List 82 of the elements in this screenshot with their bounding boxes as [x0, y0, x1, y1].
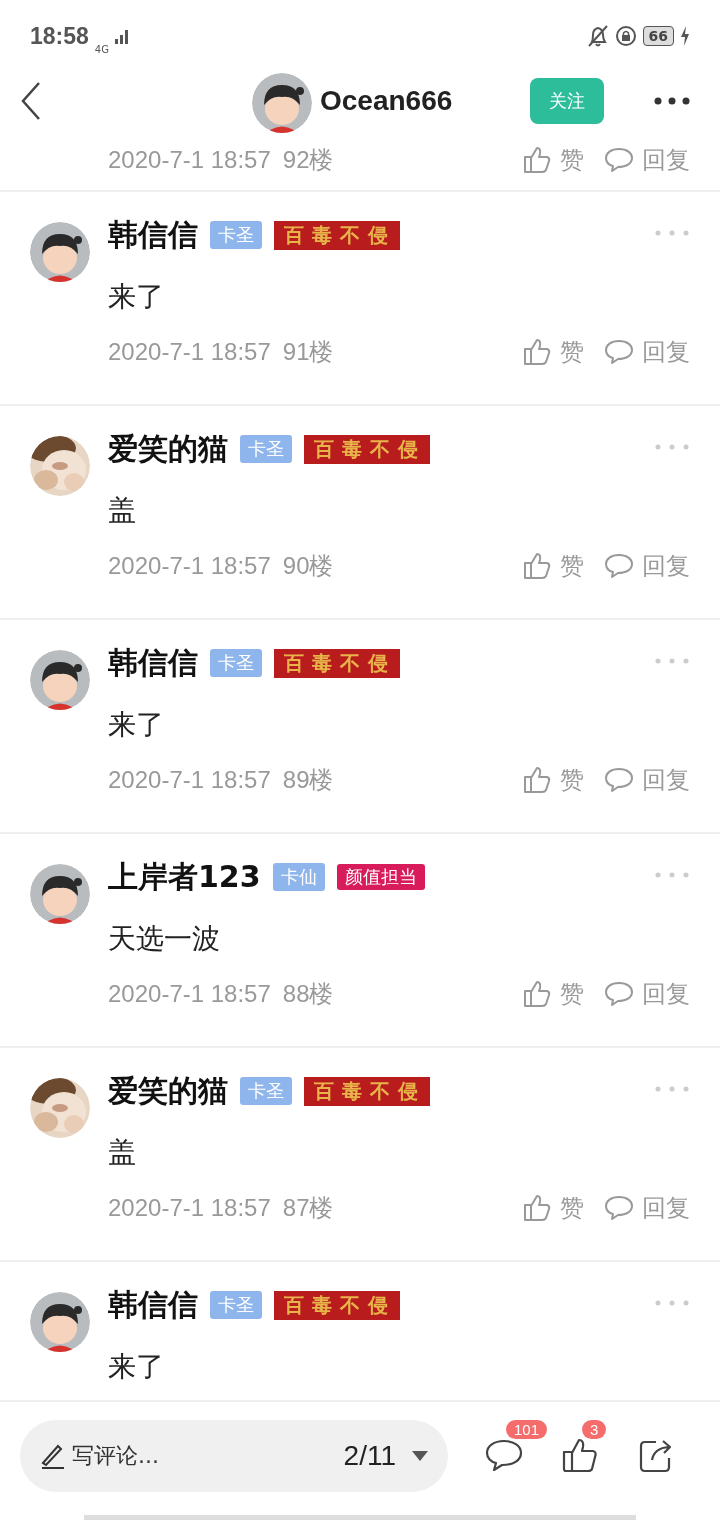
speech-bubble-icon [604, 145, 634, 175]
username: 韩信信 [108, 215, 198, 254]
post-time: 2020-7-1 18:57 [108, 338, 271, 366]
reply-button[interactable]: 回复 [604, 764, 690, 796]
floor-number: 92楼 [282, 145, 334, 175]
level-tag: 卡圣 [240, 435, 292, 463]
thumbs-up-icon [522, 145, 552, 175]
floor-number: 89楼 [282, 765, 334, 795]
comment-field[interactable]: 写评论... 2/11 [20, 1420, 448, 1492]
floor-number: 90楼 [282, 551, 334, 581]
charging-icon [680, 26, 690, 46]
floor-number: 88楼 [282, 979, 334, 1009]
username: Ocean666 [320, 85, 453, 117]
reply-button[interactable]: 回复 [604, 550, 690, 582]
comment-text: 来了 [108, 707, 165, 743]
post-time: 2020-7-1 18:57 [108, 980, 271, 1008]
post-time: 2020-7-1 18:57 [108, 146, 271, 174]
like-button[interactable]: 赞 [522, 144, 584, 176]
like-button[interactable]: 赞 [522, 550, 584, 582]
battery-level: 66 [642, 26, 674, 46]
username: 韩信信 [108, 643, 198, 682]
username: 爱笑的猫 [108, 429, 228, 468]
like-button[interactable]: 赞 [522, 1192, 584, 1224]
clock: 18:58 [30, 22, 89, 50]
thumbs-up-icon [522, 765, 552, 795]
post-time: 2020-7-1 18:57 [108, 552, 271, 580]
title-tag: 颜值担当 [336, 864, 425, 890]
comment-text: 来了 [108, 1349, 165, 1385]
floor-number: 87楼 [282, 1193, 334, 1223]
thumbs-up-icon [522, 337, 552, 367]
speech-bubble-icon [604, 1193, 634, 1223]
level-tag: 卡圣 [240, 1077, 292, 1105]
comment-text: 来了 [108, 279, 165, 315]
comment-text: 盖 [108, 1135, 137, 1171]
title-tag: 百毒不侵 [304, 434, 430, 464]
avatar [30, 222, 90, 282]
back-icon[interactable] [20, 81, 42, 121]
title-tag: 百毒不侵 [274, 648, 400, 678]
reply-button[interactable]: 回复 [604, 978, 690, 1010]
reply-button[interactable]: 回复 [604, 336, 690, 368]
like-button[interactable]: 赞 [522, 978, 584, 1010]
level-tag: 卡圣 [210, 649, 262, 677]
comment-text: 盖 [108, 493, 137, 529]
speech-bubble-icon [604, 979, 634, 1009]
thumbs-up-icon [522, 979, 552, 1009]
follow-button[interactable]: 关注 [530, 78, 604, 124]
rotation-lock-icon [614, 25, 637, 47]
count-badge: 3 [582, 1420, 607, 1439]
like-button[interactable]: 赞 [522, 764, 584, 796]
thumbs-up-icon [522, 1193, 552, 1223]
bell-off-icon [586, 24, 609, 48]
level-tag: 卡圣 [210, 1291, 262, 1319]
level-tag: 卡圣 [210, 221, 262, 249]
reply-button[interactable]: 回复 [604, 144, 690, 176]
level-tag: 卡仙 [272, 863, 325, 891]
like-button[interactable]: 赞 [522, 336, 584, 368]
avatar [252, 73, 312, 133]
avatar [30, 864, 90, 924]
avatar [30, 650, 90, 710]
network-type: 4G [94, 43, 109, 55]
username: 上岸者123 [108, 857, 261, 896]
thumbs-up-icon [522, 551, 552, 581]
pencil-icon [40, 1443, 66, 1469]
post-time: 2020-7-1 18:57 [108, 766, 271, 794]
comment-text: 天选一波 [108, 921, 221, 957]
username: 爱笑的猫 [108, 1071, 228, 1110]
reply-button[interactable]: 回复 [604, 1192, 690, 1224]
more-icon[interactable] [654, 97, 690, 105]
title-tag: 百毒不侵 [304, 1076, 430, 1106]
post-time: 2020-7-1 18:57 [108, 1194, 271, 1222]
username: 韩信信 [108, 1285, 198, 1324]
page-selector[interactable]: 2/11 [343, 1440, 396, 1472]
count-badge: 101 [506, 1420, 548, 1439]
signal-icon [114, 28, 129, 44]
speech-bubble-icon [604, 765, 634, 795]
speech-bubble-icon [604, 551, 634, 581]
dropdown-icon[interactable] [412, 1451, 428, 1461]
avatar [30, 1292, 90, 1352]
speech-bubble-icon [604, 337, 634, 367]
title-tag: 百毒不侵 [274, 1290, 400, 1320]
floor-number: 91楼 [282, 337, 334, 367]
title-tag: 百毒不侵 [274, 220, 400, 250]
